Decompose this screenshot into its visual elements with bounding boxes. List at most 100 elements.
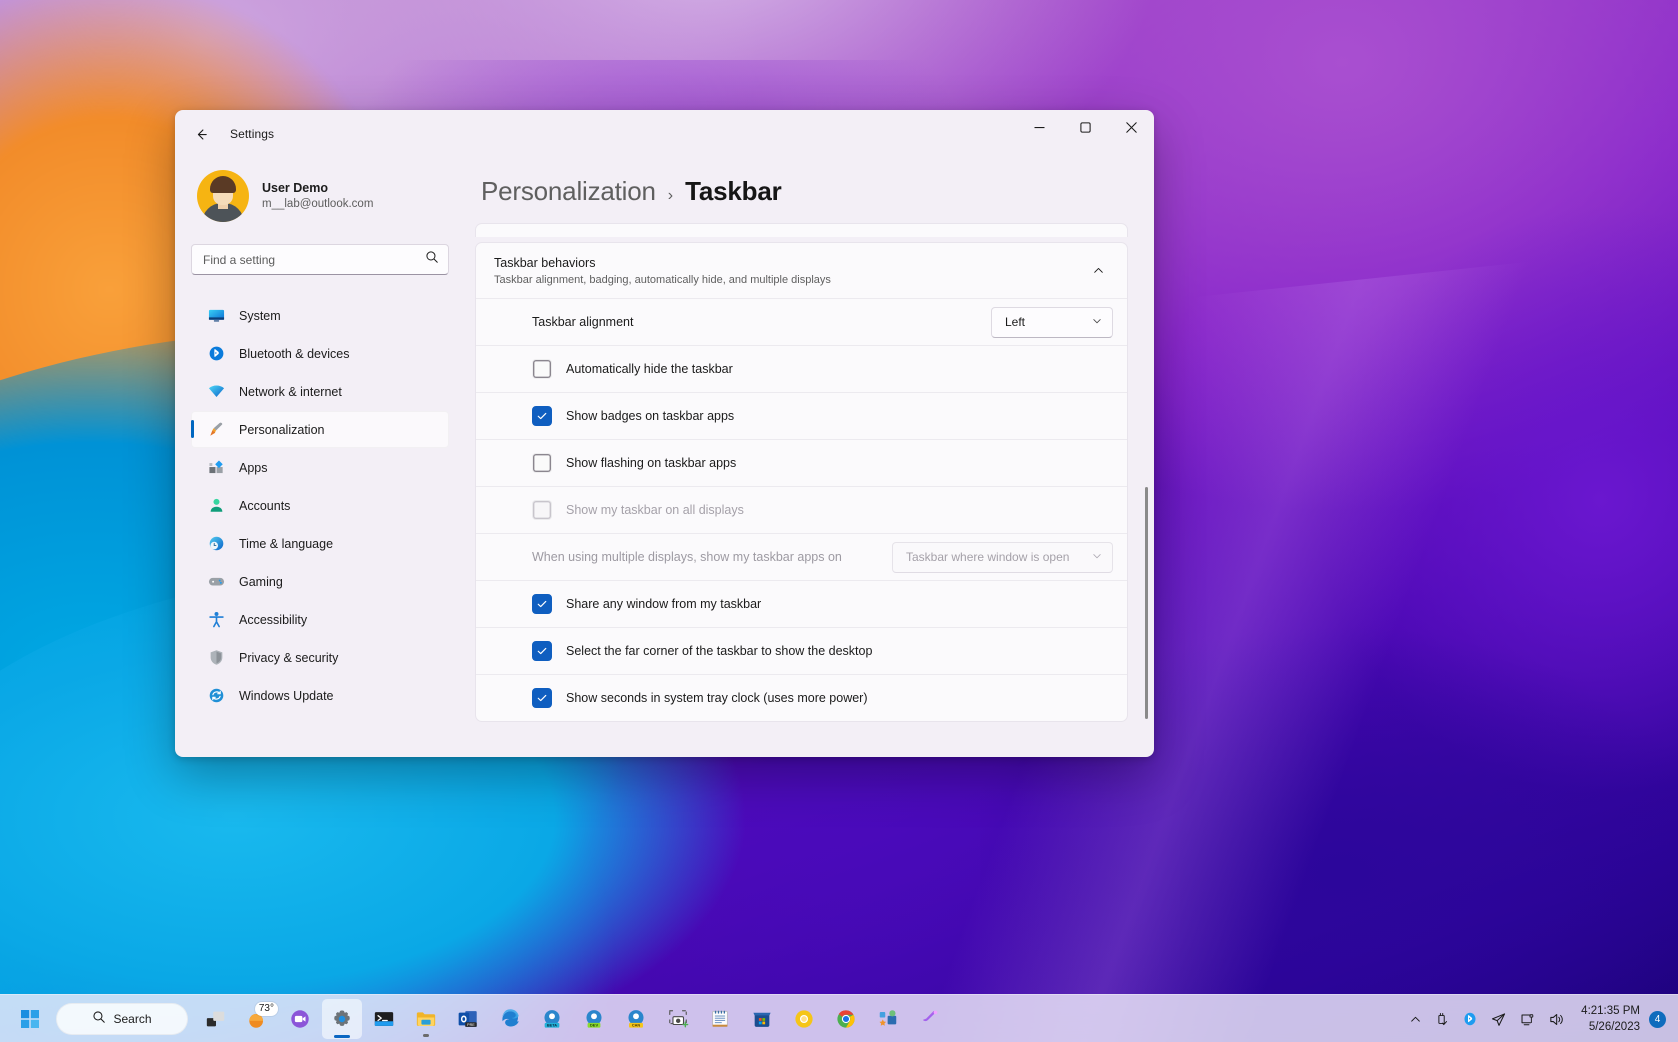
taskbar-search-label: Search	[113, 1011, 152, 1026]
checkbox-show-badges[interactable]	[532, 406, 552, 427]
checkbox-label: Show badges on taskbar apps	[566, 409, 735, 424]
svg-text:CAN: CAN	[632, 1023, 641, 1027]
sidebar-item-gaming[interactable]: Gaming	[191, 563, 449, 600]
vertical-scrollbar-thumb[interactable]	[1145, 487, 1148, 719]
search-icon	[92, 1010, 106, 1027]
breadcrumb-current: Taskbar	[685, 176, 782, 206]
checkbox-label: Show flashing on taskbar apps	[566, 456, 737, 471]
checkbox-share-any-window[interactable]	[532, 594, 552, 615]
sidebar-item-bluetooth-devices[interactable]: Bluetooth & devices	[191, 335, 449, 372]
section-subtitle: Taskbar alignment, badging, automaticall…	[494, 274, 831, 287]
taskbar-search-button[interactable]: Search	[56, 1002, 188, 1035]
sidebar-item-windows-update[interactable]: Windows Update	[191, 677, 449, 714]
bluetooth-icon	[207, 345, 225, 363]
settings-scroll-area: Taskbar behaviors Taskbar alignment, bad…	[475, 223, 1154, 757]
microsoft-store-button[interactable]	[742, 999, 782, 1039]
checkbox-show-taskbar-all-displays	[532, 500, 552, 521]
sidebar-item-time-language[interactable]: Time & language	[191, 525, 449, 562]
row-automatically-hide-taskbar[interactable]: Automatically hide the taskbar	[476, 345, 1127, 392]
breadcrumb-parent[interactable]: Personalization	[481, 176, 656, 207]
google-chrome-button[interactable]	[826, 999, 866, 1039]
user-profile[interactable]: User Demo m__lab@outlook.com	[197, 170, 449, 222]
chevron-up-icon[interactable]	[1403, 1002, 1428, 1036]
row-show-flashing[interactable]: Show flashing on taskbar apps	[476, 439, 1127, 486]
profile-email: m__lab@outlook.com	[262, 197, 374, 210]
system-tray: 4:21:35 PM 5/26/2023 4	[1403, 995, 1678, 1042]
terminal-button[interactable]	[364, 999, 404, 1039]
widgets-weather-button[interactable]: 73°	[238, 999, 278, 1039]
shield-icon	[207, 649, 225, 667]
dropdown-value: Taskbar where window is open	[906, 550, 1070, 565]
checkbox-far-corner[interactable]	[532, 641, 552, 662]
sidebar-item-privacy-security[interactable]: Privacy & security	[191, 639, 449, 676]
notification-badge[interactable]: 4	[1649, 1010, 1666, 1028]
gamepad-icon	[207, 573, 225, 591]
clock-date-button[interactable]: 4:21:35 PM 5/26/2023	[1571, 1001, 1649, 1037]
paintbrush-icon	[207, 421, 225, 439]
file-explorer-button[interactable]	[406, 999, 446, 1039]
sidebar-nav: System Bluetooth & devices Network & int…	[191, 297, 449, 714]
minimize-button[interactable]	[1016, 110, 1062, 144]
snipping-tool-button[interactable]	[658, 999, 698, 1039]
maximize-button[interactable]	[1062, 110, 1108, 144]
checkbox-label: Automatically hide the taskbar	[566, 362, 733, 377]
taskbar-behaviors-header[interactable]: Taskbar behaviors Taskbar alignment, bad…	[476, 243, 1127, 298]
search-icon	[425, 250, 439, 269]
previous-section-card-clipped[interactable]	[475, 223, 1128, 237]
outlook-preview-button[interactable]: PRE	[448, 999, 488, 1039]
notepad-button[interactable]	[700, 999, 740, 1039]
bluetooth-icon[interactable]	[1456, 1002, 1484, 1036]
row-share-any-window[interactable]: Share any window from my taskbar	[476, 580, 1127, 627]
row-show-badges[interactable]: Show badges on taskbar apps	[476, 392, 1127, 439]
taskbar-alignment-dropdown[interactable]: Left	[991, 306, 1113, 338]
svg-text:BETA: BETA	[547, 1023, 557, 1027]
row-taskbar-alignment: Taskbar alignment Left	[476, 298, 1127, 345]
start-button[interactable]	[10, 999, 50, 1039]
edge-beta-button[interactable]: BETA	[532, 999, 572, 1039]
checkbox-label: Share any window from my taskbar	[566, 597, 762, 612]
edge-dev-button[interactable]: DEV	[574, 999, 614, 1039]
sidebar-item-label: Windows Update	[239, 688, 334, 703]
breadcrumb-separator: ›	[667, 187, 674, 204]
svg-text:PRE: PRE	[467, 1023, 475, 1027]
row-far-corner-show-desktop[interactable]: Select the far corner of the taskbar to …	[476, 627, 1127, 674]
search-setting-box[interactable]	[191, 244, 449, 275]
chat-teams-button[interactable]	[280, 999, 320, 1039]
edge-button[interactable]	[490, 999, 530, 1039]
chrome-canary-button[interactable]	[784, 999, 824, 1039]
checkbox-show-flashing[interactable]	[532, 453, 552, 474]
sidebar-item-network-internet[interactable]: Network & internet	[191, 373, 449, 410]
sidebar-item-accounts[interactable]: Accounts	[191, 487, 449, 524]
window-titlebar: Settings	[175, 110, 1154, 158]
window-body: User Demo m__lab@outlook.com Find a sett…	[175, 158, 1154, 757]
sidebar-item-apps[interactable]: Apps	[191, 449, 449, 486]
chevron-up-icon[interactable]	[1083, 255, 1113, 285]
usb-safely-remove-icon[interactable]	[1428, 1002, 1456, 1036]
airplane-send-icon[interactable]	[1484, 1002, 1513, 1036]
sidebar-item-accessibility[interactable]: Accessibility	[191, 601, 449, 638]
checkbox-label: Show my taskbar on all displays	[566, 503, 744, 518]
back-button[interactable]	[184, 119, 218, 149]
paint-cocreator-button[interactable]	[910, 999, 950, 1039]
checkbox-automatically-hide[interactable]	[532, 359, 552, 380]
checkbox-show-seconds[interactable]	[532, 688, 552, 709]
display-cast-icon[interactable]	[1513, 1002, 1542, 1036]
settings-window: Settings User Demo m__lab@outlook.com Fi…	[175, 110, 1154, 757]
section-title: Taskbar behaviors	[494, 256, 596, 270]
row-multiple-displays-apps: When using multiple displays, show my ta…	[476, 533, 1127, 580]
task-view-button[interactable]	[196, 999, 236, 1039]
edge-canary-button[interactable]: CAN	[616, 999, 656, 1039]
sidebar-item-system[interactable]: System	[191, 297, 449, 334]
sidebar: User Demo m__lab@outlook.com Find a sett…	[175, 158, 461, 757]
dev-home-button[interactable]	[868, 999, 908, 1039]
main-content: Personalization › Taskbar Taskbar behavi…	[461, 158, 1154, 757]
tray-time: 4:21:35 PM	[1581, 1004, 1640, 1017]
sidebar-item-personalization[interactable]: Personalization	[191, 411, 449, 448]
speaker-icon[interactable]	[1542, 1002, 1571, 1036]
multiple-displays-dropdown: Taskbar where window is open	[892, 541, 1113, 573]
row-show-seconds-clock[interactable]: Show seconds in system tray clock (uses …	[476, 674, 1127, 721]
close-button[interactable]	[1108, 110, 1154, 144]
sidebar-item-label: System	[239, 308, 281, 323]
settings-taskbar-button[interactable]	[322, 998, 362, 1039]
search-input[interactable]	[203, 252, 425, 267]
